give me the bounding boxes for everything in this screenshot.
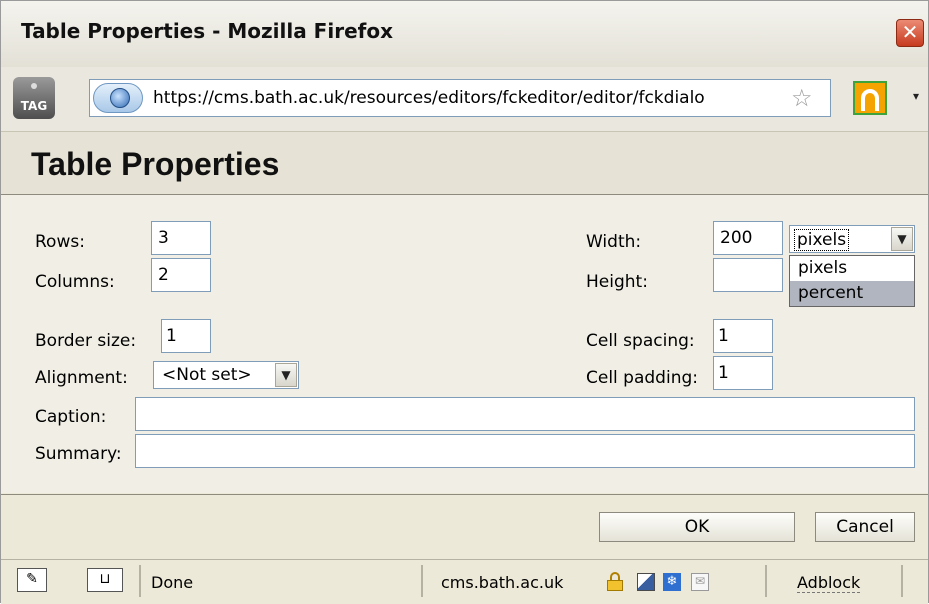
status-divider <box>765 565 767 597</box>
site-identity-button[interactable] <box>93 83 143 113</box>
caption-label: Caption: <box>35 407 107 427</box>
cell-spacing-label: Cell spacing: <box>586 331 695 351</box>
pen-tool-icon[interactable]: ✎ <box>17 568 47 592</box>
ok-button[interactable]: OK <box>599 512 795 542</box>
close-button[interactable]: ✕ <box>896 19 924 47</box>
caption-input[interactable] <box>135 397 915 431</box>
address-toolbar: TAG https://cms.bath.ac.uk/resources/edi… <box>1 67 928 132</box>
rows-label: Rows: <box>35 232 85 252</box>
width-unit-select[interactable]: pixels ▼ <box>789 225 915 253</box>
summary-label: Summary: <box>35 444 122 464</box>
status-divider <box>901 565 903 597</box>
width-unit-value: pixels <box>794 229 850 251</box>
window-title: Table Properties - Mozilla Firefox <box>21 19 393 43</box>
dialog-footer: OK Cancel <box>1 494 928 559</box>
bookmark-star-icon[interactable]: ☆ <box>791 86 813 110</box>
columns-label: Columns: <box>35 272 115 292</box>
border-size-label: Border size: <box>35 331 137 351</box>
padlock-icon[interactable] <box>607 572 623 591</box>
width-unit-dropdown-arrow-icon[interactable]: ▼ <box>891 227 913 251</box>
status-text: Done <box>151 573 194 592</box>
alignment-dropdown-arrow-icon[interactable]: ▼ <box>275 363 297 387</box>
toolbar-menu-arrow-icon[interactable]: ▾ <box>913 89 919 103</box>
alignment-label: Alignment: <box>35 368 128 388</box>
alignment-select[interactable]: <Not set> ▼ <box>153 361 299 389</box>
summary-input[interactable] <box>135 434 915 468</box>
rows-input[interactable]: 3 <box>151 221 211 255</box>
dropdown-option-percent[interactable]: percent <box>790 281 914 306</box>
status-divider <box>139 565 141 597</box>
ruler-icon[interactable]: ⊔ <box>87 568 123 592</box>
cell-padding-label: Cell padding: <box>586 368 698 388</box>
url-text[interactable]: https://cms.bath.ac.uk/resources/editors… <box>153 88 705 108</box>
adblock-label[interactable]: Adblock <box>797 573 861 593</box>
feed-icon[interactable] <box>853 81 887 115</box>
cancel-button[interactable]: Cancel <box>815 512 915 542</box>
dialog-title: Table Properties <box>31 146 280 182</box>
dialog-header: Table Properties <box>1 132 928 195</box>
tag-icon[interactable]: TAG <box>13 77 55 119</box>
cell-padding-input[interactable]: 1 <box>713 356 773 390</box>
status-bar: ✎ ⊔ Done cms.bath.ac.uk ❄ ✉ Adblock <box>1 559 928 604</box>
width-input[interactable]: 200 <box>713 221 783 255</box>
status-domain[interactable]: cms.bath.ac.uk <box>441 573 563 592</box>
dropdown-option-pixels[interactable]: pixels <box>790 256 914 281</box>
alignment-value: <Not set> <box>162 365 252 385</box>
status-divider <box>421 565 423 597</box>
height-label: Height: <box>586 272 648 292</box>
network-icon[interactable] <box>637 573 655 591</box>
globe-icon <box>110 88 130 108</box>
border-size-input[interactable]: 1 <box>161 319 211 353</box>
height-input[interactable] <box>713 258 783 292</box>
cell-spacing-input[interactable]: 1 <box>713 319 773 353</box>
browser-window: Table Properties - Mozilla Firefox ✕ TAG… <box>0 0 929 604</box>
columns-input[interactable]: 2 <box>151 258 211 292</box>
snowflake-icon[interactable]: ❄ <box>663 573 681 591</box>
tag-icon-label: TAG <box>20 99 48 113</box>
width-label: Width: <box>586 232 642 252</box>
dialog-body: Rows: 3 Columns: 2 Border size: 1 Alignm… <box>1 195 928 493</box>
width-unit-dropdown-list[interactable]: pixels percent <box>789 255 915 307</box>
mail-icon[interactable]: ✉ <box>691 573 709 591</box>
title-bar[interactable]: Table Properties - Mozilla Firefox ✕ <box>1 1 928 68</box>
